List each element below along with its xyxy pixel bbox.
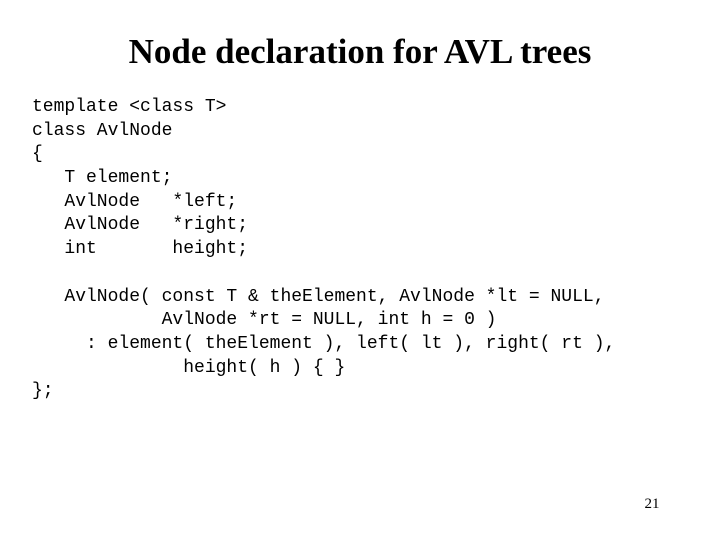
code-line: height( h ) { } — [32, 357, 346, 378]
slide: Node declaration for AVL trees template … — [0, 0, 720, 540]
code-line: AvlNode *left; — [32, 191, 238, 212]
code-line: : element( theElement ), left( lt ), rig… — [32, 333, 616, 354]
code-line: { — [32, 144, 43, 165]
slide-title: Node declaration for AVL trees — [128, 32, 592, 71]
code-line: AvlNode( const T & theElement, AvlNode *… — [32, 286, 605, 307]
code-line: T element; — [32, 168, 173, 189]
code-line: class AvlNode — [32, 120, 173, 141]
code-line: }; — [32, 381, 54, 402]
code-line: AvlNode *right; — [32, 215, 249, 236]
code-line: int height; — [32, 239, 249, 260]
code-line: template <class T> — [32, 97, 227, 117]
page-number: 21 — [644, 496, 660, 512]
code-line: AvlNode *rt = NULL, int h = 0 ) — [32, 310, 497, 331]
code-block: template <class T> class AvlNode { T eleme… — [32, 96, 615, 404]
